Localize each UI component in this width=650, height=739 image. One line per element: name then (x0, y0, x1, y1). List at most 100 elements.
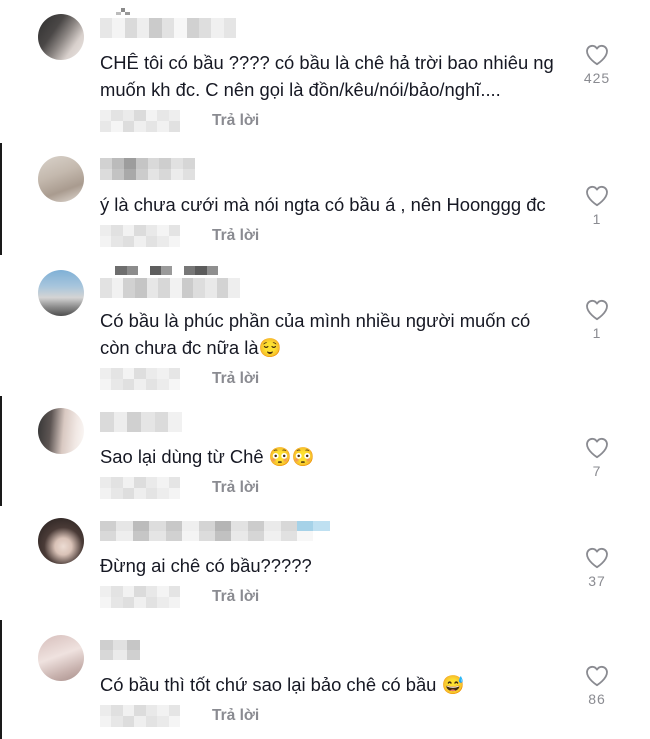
mosaic-cell (168, 235, 180, 247)
mosaic-cell (168, 109, 180, 121)
mosaic-cell (100, 367, 112, 379)
mosaic-cell (100, 596, 112, 608)
like-button[interactable]: 86 (582, 665, 612, 707)
mosaic-cell (134, 224, 146, 236)
mosaic-cell (100, 487, 112, 499)
username-redacted[interactable] (100, 640, 140, 660)
mosaic-cell (198, 521, 215, 531)
mosaic-cell (100, 476, 112, 488)
mosaic-cell (111, 158, 124, 169)
mosaic-cell (154, 412, 169, 432)
mosaic-cell (115, 266, 127, 275)
mosaic-cell (100, 704, 112, 716)
like-button[interactable]: 7 (582, 437, 612, 479)
mosaic-cell (100, 640, 114, 650)
mosaic-cell (165, 521, 183, 531)
avatar[interactable] (38, 156, 84, 202)
mosaic-cell (111, 169, 124, 180)
reply-button[interactable]: Trả lời (212, 588, 259, 606)
mosaic-row (100, 585, 180, 597)
avatar[interactable] (38, 270, 84, 316)
mosaic-cell (149, 18, 162, 38)
mosaic-cell (264, 521, 281, 531)
avatar[interactable] (38, 635, 84, 681)
like-button[interactable]: 37 (582, 547, 612, 589)
mosaic-cell (161, 18, 175, 38)
mosaic-cell (100, 158, 112, 169)
mosaic-cell (297, 531, 314, 541)
mosaic-cell (145, 378, 158, 390)
mosaic-cell (157, 367, 169, 379)
mosaic-cell (111, 715, 123, 727)
mosaic-cell (231, 521, 248, 531)
comment-footer: Trả lời (100, 109, 554, 132)
mosaic-row (100, 120, 180, 132)
comment-item: Đừng ai chê có bầu????? Trả lời 37 (0, 518, 650, 631)
mosaic-cell (145, 487, 158, 499)
mosaic-cell (134, 585, 146, 597)
mosaic-cell (193, 278, 206, 298)
mosaic-cell (113, 412, 128, 432)
like-count: 425 (583, 70, 611, 86)
mosaic-cell (168, 715, 180, 727)
reply-button[interactable]: Trả lời (212, 227, 259, 245)
mosaic-cell (132, 531, 150, 541)
reply-button[interactable]: Trả lời (212, 112, 259, 130)
comment-text-line: Đừng ai chê có bầu????? (100, 554, 312, 576)
mosaic-cell (297, 521, 314, 531)
username-fragment (104, 266, 219, 275)
reply-button[interactable]: Trả lời (212, 370, 259, 388)
mosaic-cell (157, 585, 169, 597)
comment-body: ý là chưa cưới mà nói ngta có bầu á , nê… (100, 158, 546, 247)
mosaic-cell (205, 278, 217, 298)
username-fragment (116, 8, 131, 15)
reply-button[interactable]: Trả lời (212, 707, 259, 725)
mosaic-cell (145, 704, 158, 716)
avatar[interactable] (38, 518, 84, 564)
mosaic-cell (157, 715, 169, 727)
comment-body: Có bầu là phúc phần của mình nhiều người… (100, 266, 530, 390)
mosaic-cell (111, 596, 123, 608)
mosaic-cell (100, 585, 112, 597)
like-button[interactable]: 1 (582, 185, 612, 227)
heart-icon[interactable] (585, 44, 609, 66)
heart-icon[interactable] (585, 665, 609, 687)
username-redacted[interactable] (100, 412, 183, 432)
mosaic-cell (171, 158, 184, 169)
avatar[interactable] (38, 14, 84, 60)
heart-icon[interactable] (585, 437, 609, 459)
reply-button[interactable]: Trả lời (212, 479, 259, 497)
mosaic-cell (141, 412, 155, 432)
mosaic-cell (135, 278, 147, 298)
username-redacted[interactable] (100, 158, 195, 180)
mosaic-cell (123, 158, 136, 169)
like-button[interactable]: 1 (582, 299, 612, 341)
mosaic-row (100, 476, 180, 488)
username-redacted[interactable] (100, 18, 236, 38)
mosaic-cell (124, 18, 138, 38)
mosaic-cell (111, 476, 123, 488)
mosaic-cell (206, 266, 219, 275)
mosaic-cell (168, 704, 180, 716)
mosaic-cell (122, 715, 135, 727)
heart-icon[interactable] (585, 547, 609, 569)
mosaic-cell (111, 120, 123, 132)
mosaic-row (100, 169, 195, 180)
mosaic-row (100, 715, 180, 727)
comment-footer: Trả lời (100, 476, 315, 499)
mosaic-cell (122, 596, 135, 608)
mosaic-cell (137, 18, 150, 38)
mosaic-cell (134, 120, 146, 132)
mosaic-cell (183, 266, 196, 275)
like-count: 1 (592, 211, 602, 227)
mosaic-cell (122, 235, 135, 247)
heart-icon[interactable] (585, 185, 609, 207)
mosaic-row (100, 109, 180, 121)
mosaic-row (100, 278, 241, 298)
heart-icon[interactable] (585, 299, 609, 321)
avatar[interactable] (38, 408, 84, 454)
like-button[interactable]: 425 (582, 44, 612, 86)
username-redacted[interactable] (100, 521, 330, 541)
mosaic-cell (280, 521, 298, 531)
username-redacted[interactable] (100, 278, 241, 298)
